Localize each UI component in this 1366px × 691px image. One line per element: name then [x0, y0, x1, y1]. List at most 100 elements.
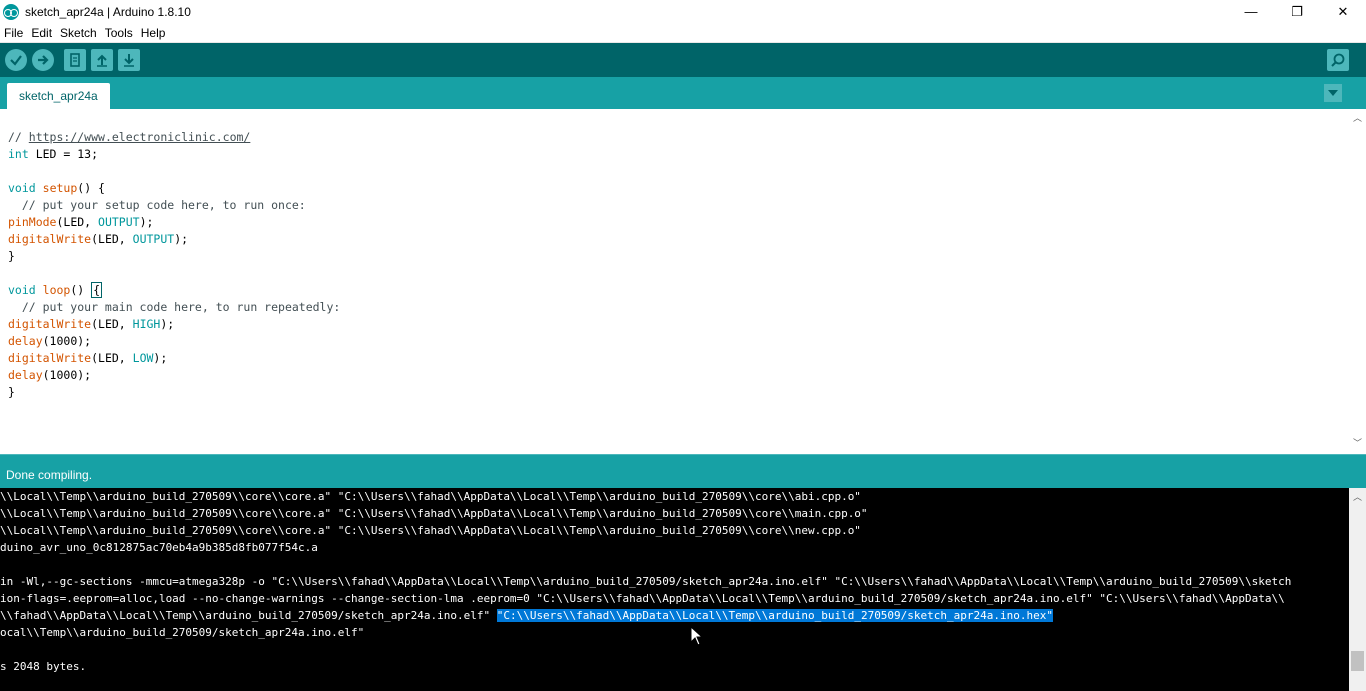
console-selected-text[interactable]: "C:\\Users\\fahad\\AppData\\Local\\Temp\…	[496, 609, 1053, 622]
close-button[interactable]: ✕	[1320, 0, 1366, 23]
code-token: digitalWrite	[8, 232, 92, 246]
console-scroll-up-icon[interactable]: ︿	[1349, 488, 1366, 505]
menu-tools[interactable]: Tools	[101, 26, 137, 40]
console-line[interactable]: \\Local\\Temp\\arduino_build_270509\\cor…	[0, 505, 1349, 522]
console-line[interactable]: duino_avr_uno_0c812875ac70eb4a9b385d8fb0…	[0, 539, 1349, 556]
menu-sketch[interactable]: Sketch	[56, 26, 101, 40]
code-line[interactable]: }	[8, 248, 340, 265]
code-token: void	[8, 283, 36, 297]
code-token: OUTPUT	[98, 215, 140, 229]
code-token: OUTPUT	[132, 232, 175, 246]
code-line[interactable]: digitalWrite(LED, LOW);	[8, 350, 340, 367]
code-token: (1000);	[42, 368, 92, 382]
code-text[interactable]: // https://www.electroniclinic.com/int L…	[8, 129, 340, 401]
code-line[interactable]: digitalWrite(LED, OUTPUT);	[8, 231, 340, 248]
toolbar	[0, 43, 1366, 77]
mouse-cursor-icon	[690, 626, 704, 646]
arduino-logo-icon	[3, 3, 19, 20]
code-token: delay	[8, 334, 43, 348]
matched-brace: {	[91, 282, 103, 298]
code-token: digitalWrite	[8, 351, 92, 365]
verify-button[interactable]	[5, 49, 27, 71]
window-title: sketch_apr24a | Arduino 1.8.10	[25, 4, 191, 19]
arrow-right-icon	[38, 55, 49, 65]
new-file-icon	[70, 53, 80, 67]
console-line[interactable]: \\Local\\Temp\\arduino_build_270509\\cor…	[0, 488, 1349, 505]
minimize-button[interactable]: —	[1228, 0, 1274, 23]
upload-button[interactable]	[32, 49, 54, 71]
scroll-up-icon[interactable]: ︿	[1349, 109, 1366, 126]
console-line[interactable]: in -Wl,--gc-sections -mmcu=atmega328p -o…	[0, 573, 1349, 590]
code-token: () {	[77, 181, 105, 195]
console-line-text: ocal\\Temp\\arduino_build_270509/sketch_…	[0, 626, 365, 639]
code-line[interactable]: delay(1000);	[8, 333, 340, 350]
console-line-text: \\fahad\\AppData\\Local\\Temp\\arduino_b…	[0, 609, 497, 622]
menu-help[interactable]: Help	[137, 26, 170, 40]
tab-menu-button[interactable]	[1324, 84, 1342, 102]
code-line[interactable]: digitalWrite(LED, HIGH);	[8, 316, 340, 333]
code-editor[interactable]: // https://www.electroniclinic.com/int L…	[0, 109, 1366, 454]
console-line[interactable]: s 2048 bytes.	[0, 658, 1349, 675]
console-line[interactable]	[0, 641, 1349, 658]
code-token: );	[160, 317, 175, 331]
window-controls: — ❐ ✕	[1228, 0, 1366, 23]
console-line[interactable]: ion-flags=.eeprom=alloc,load --no-change…	[0, 590, 1349, 607]
code-line[interactable]: void setup() {	[8, 180, 340, 197]
save-button[interactable]	[118, 49, 140, 71]
code-line[interactable]	[8, 265, 340, 282]
console-line[interactable]: ocal\\Temp\\arduino_build_270509/sketch_…	[0, 624, 1349, 641]
code-token: ()	[70, 283, 92, 297]
code-token: (LED,	[91, 232, 133, 246]
menu-edit[interactable]: Edit	[27, 26, 56, 40]
menu-file[interactable]: File	[0, 26, 27, 40]
title-bar: sketch_apr24a | Arduino 1.8.10 — ❐ ✕	[0, 0, 1366, 23]
tab-sketch[interactable]: sketch_apr24a	[7, 83, 110, 109]
code-line[interactable]: delay(1000);	[8, 367, 340, 384]
code-token: int	[8, 147, 29, 161]
code-line[interactable]: void loop() {	[8, 282, 340, 299]
code-token: https://www.electroniclinic.com/	[28, 130, 251, 144]
code-line[interactable]: pinMode(LED, OUTPUT);	[8, 214, 340, 231]
code-token: );	[139, 215, 154, 229]
console-line[interactable]	[0, 556, 1349, 573]
console-line-text: \\Local\\Temp\\arduino_build_270509\\cor…	[0, 490, 861, 503]
code-line[interactable]: // https://www.electroniclinic.com/	[8, 129, 340, 146]
code-token: );	[153, 351, 168, 365]
console-line[interactable]: \\fahad\\AppData\\Local\\Temp\\arduino_b…	[0, 607, 1349, 624]
serial-monitor-button[interactable]	[1327, 49, 1349, 71]
maximize-button[interactable]: ❐	[1274, 0, 1320, 23]
code-token: //	[8, 130, 29, 144]
console-scroll-thumb[interactable]	[1351, 651, 1364, 671]
code-token: (LED,	[91, 317, 133, 331]
console-text[interactable]: \\Local\\Temp\\arduino_build_270509\\cor…	[0, 488, 1349, 691]
console-line[interactable]: \\Local\\Temp\\arduino_build_270509\\cor…	[0, 522, 1349, 539]
status-message: Done compiling.	[6, 468, 93, 482]
code-token: }	[8, 249, 15, 263]
code-line[interactable]: int LED = 13;	[8, 146, 340, 163]
chevron-down-icon	[1328, 90, 1338, 96]
new-sketch-button[interactable]	[64, 49, 86, 71]
scroll-down-icon[interactable]: ﹀	[1349, 434, 1366, 451]
code-token: digitalWrite	[8, 317, 92, 331]
code-token: LED = 13;	[28, 147, 99, 161]
console-line-text: \\Local\\Temp\\arduino_build_270509\\cor…	[0, 507, 868, 520]
code-token: void	[8, 181, 36, 195]
checkmark-icon	[10, 55, 22, 66]
code-token: // put your setup code here, to run once…	[8, 198, 306, 212]
code-line[interactable]: // put your setup code here, to run once…	[8, 197, 340, 214]
code-token: HIGH	[132, 317, 161, 331]
magnifier-icon	[1331, 53, 1345, 67]
console-scrollbar[interactable]: ︿	[1349, 488, 1366, 691]
code-line[interactable]: // put your main code here, to run repea…	[8, 299, 341, 316]
open-button[interactable]	[91, 49, 113, 71]
menu-bar: File Edit Sketch Tools Help	[0, 23, 1366, 43]
code-line[interactable]	[8, 163, 340, 180]
code-token: LOW	[132, 351, 154, 365]
editor-scrollbar[interactable]: ︿ ﹀	[1349, 109, 1366, 454]
code-line[interactable]: }	[8, 384, 340, 401]
code-token: setup	[42, 181, 78, 195]
console-output[interactable]: \\Local\\Temp\\arduino_build_270509\\cor…	[0, 488, 1366, 691]
code-token: // put your main code here, to run repea…	[8, 300, 341, 314]
